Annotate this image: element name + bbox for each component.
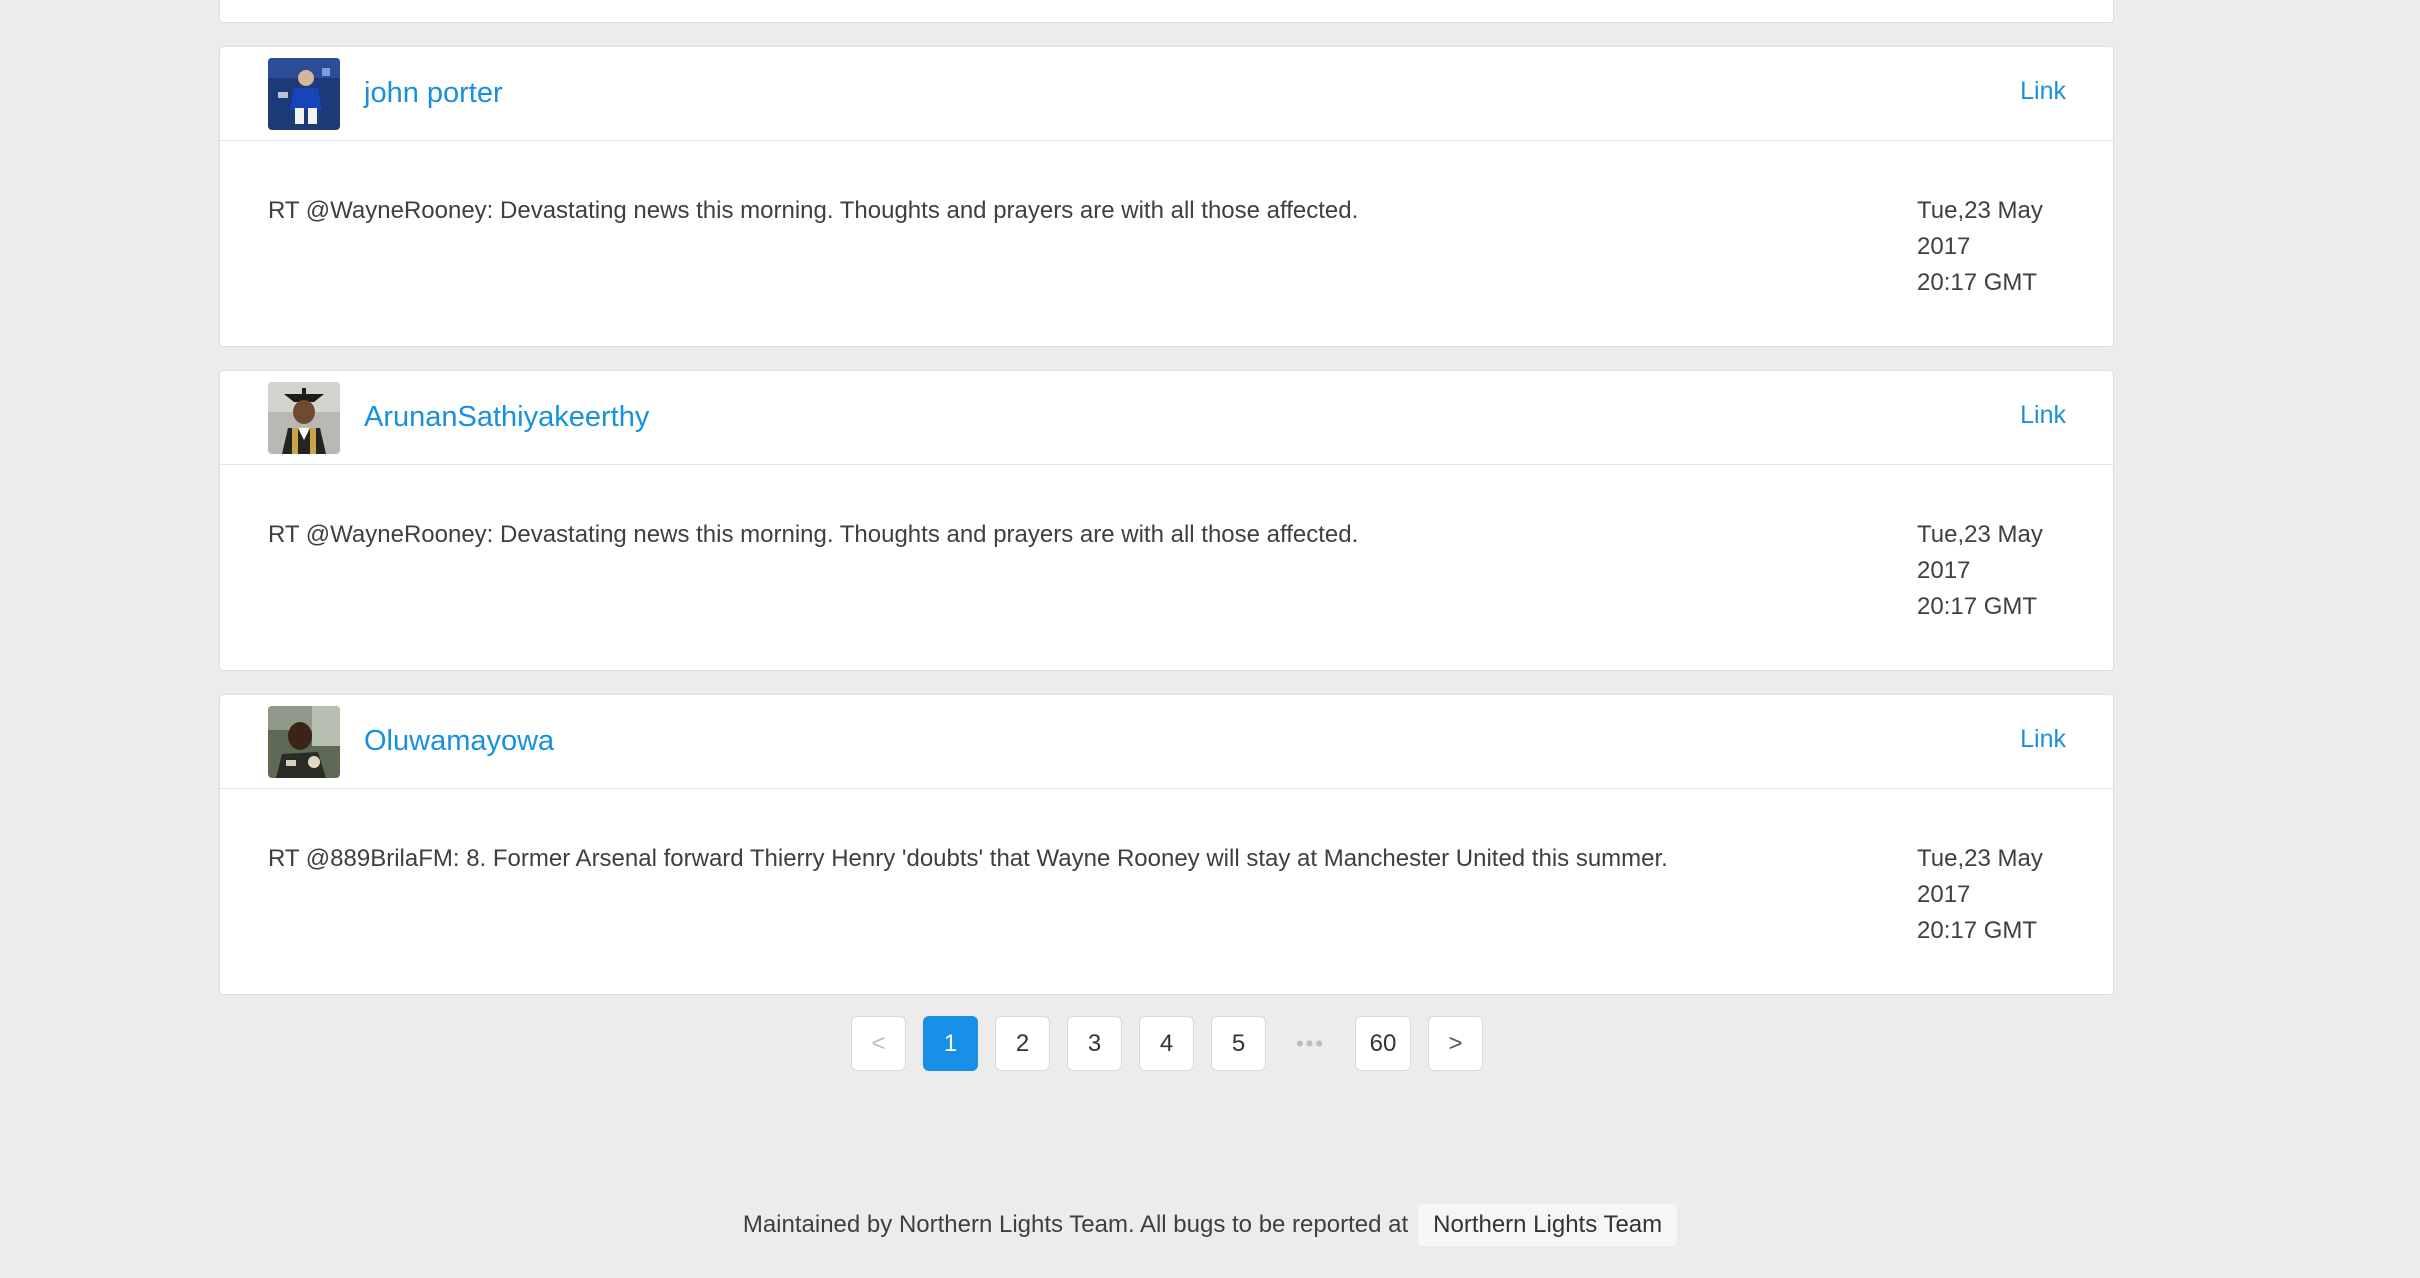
tweet-feed: john porter Link RT @WayneRooney: Devast…: [219, 0, 2114, 1018]
tweet-body: RT @889BrilaFM: 8. Former Arsenal forwar…: [220, 789, 2113, 994]
chevron-right-icon: >: [1448, 1029, 1463, 1057]
pagination: < 1 2 3 4 5 ••• 60 >: [851, 1016, 1500, 1071]
page-button-3[interactable]: 3: [1067, 1016, 1122, 1071]
tweet-body: RT @WayneRooney: Devastating news this m…: [220, 465, 2113, 670]
tweet-text: RT @WayneRooney: Devastating news this m…: [268, 521, 1359, 548]
tweet-date-time: 20:17 GMT: [1917, 593, 2038, 620]
tweet-header: john porter Link: [220, 47, 2113, 141]
user-name-link[interactable]: john porter: [364, 77, 503, 110]
tweet-date: Tue,23 May 2017 20:17 GMT: [1917, 841, 2077, 949]
tweet-date-year: 2017: [1917, 881, 1971, 908]
tweet-card: Oluwamayowa Link RT @889BrilaFM: 8. Form…: [219, 694, 2114, 995]
tweet-header: ArunanSathiyakeerthy Link: [220, 371, 2113, 465]
tweet-date: Tue,23 May 2017 20:17 GMT: [1917, 517, 2077, 625]
page-button-1[interactable]: 1: [923, 1016, 978, 1071]
page-button-4[interactable]: 4: [1139, 1016, 1194, 1071]
tweet-link[interactable]: Link: [2020, 725, 2066, 754]
tweet-link[interactable]: Link: [2020, 77, 2066, 106]
tweet-link[interactable]: Link: [2020, 401, 2066, 430]
avatar[interactable]: [268, 58, 340, 130]
tweet-card-partial: [219, 0, 2114, 23]
avatar[interactable]: [268, 382, 340, 454]
tweet-card: ArunanSathiyakeerthy Link RT @WayneRoone…: [219, 370, 2114, 671]
tweet-date-day: Tue,23 May: [1917, 845, 2043, 872]
page-button-5[interactable]: 5: [1211, 1016, 1266, 1071]
pagination-ellipsis[interactable]: •••: [1283, 1016, 1338, 1071]
tweet-date-year: 2017: [1917, 557, 1971, 584]
tweet-date-day: Tue,23 May: [1917, 521, 2043, 548]
avatar[interactable]: [268, 706, 340, 778]
user-name-link[interactable]: Oluwamayowa: [364, 725, 554, 758]
tweet-header: Oluwamayowa Link: [220, 695, 2113, 789]
pagination-next-button[interactable]: >: [1428, 1016, 1483, 1071]
footer-team-link[interactable]: Northern Lights Team: [1418, 1204, 1678, 1246]
tweet-date: Tue,23 May 2017 20:17 GMT: [1917, 193, 2077, 301]
tweet-date-time: 20:17 GMT: [1917, 917, 2038, 944]
page-button-2[interactable]: 2: [995, 1016, 1050, 1071]
page-button-last[interactable]: 60: [1355, 1016, 1411, 1071]
tweet-text: RT @889BrilaFM: 8. Former Arsenal forwar…: [268, 845, 1668, 872]
tweet-date-day: Tue,23 May: [1917, 197, 2043, 224]
footer: Maintained by Northern Lights Team. All …: [0, 1204, 2420, 1246]
tweet-text: RT @WayneRooney: Devastating news this m…: [268, 197, 1359, 224]
tweet-card: john porter Link RT @WayneRooney: Devast…: [219, 46, 2114, 347]
pagination-prev-button[interactable]: <: [851, 1016, 906, 1071]
tweet-date-time: 20:17 GMT: [1917, 269, 2038, 296]
tweet-date-year: 2017: [1917, 233, 1971, 260]
chevron-left-icon: <: [871, 1029, 886, 1057]
tweet-body: RT @WayneRooney: Devastating news this m…: [220, 141, 2113, 346]
user-name-link[interactable]: ArunanSathiyakeerthy: [364, 401, 649, 434]
footer-text: Maintained by Northern Lights Team. All …: [742, 1211, 1409, 1238]
